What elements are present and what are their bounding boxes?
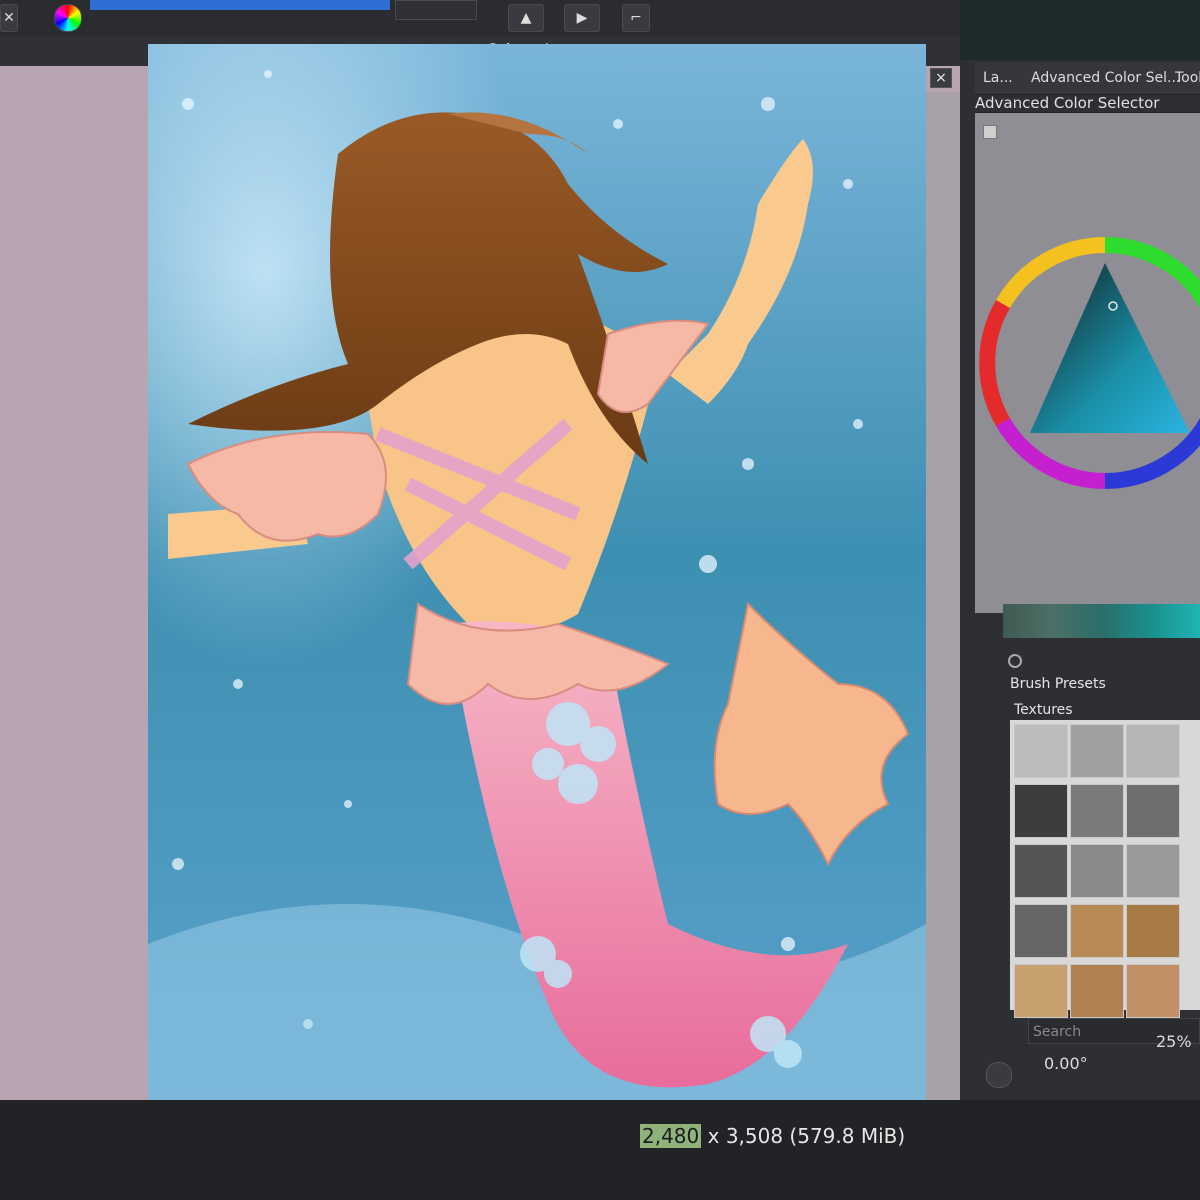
rotation-value[interactable]: 0.00°: [1044, 1054, 1088, 1073]
brush-preset-6[interactable]: [1126, 784, 1180, 838]
status-bar: [0, 1100, 1200, 1200]
canvas-artwork[interactable]: [148, 44, 926, 1174]
color-history-strip[interactable]: [1003, 604, 1200, 638]
active-field[interactable]: [90, 0, 390, 10]
brush-preset-9[interactable]: [1126, 844, 1180, 898]
dock-tabbar: La... Advanced Color Sel... Tool: [975, 62, 1200, 95]
brush-preset-1[interactable]: [1014, 724, 1068, 778]
tab-advanced-color-selector[interactable]: Advanced Color Sel...: [1031, 70, 1180, 86]
brush-preset-5[interactable]: [1070, 784, 1124, 838]
brush-preset-14[interactable]: [1070, 964, 1124, 1018]
brush-preset-11[interactable]: [1070, 904, 1124, 958]
dropdown-combo[interactable]: [395, 0, 477, 20]
brush-preset-2[interactable]: [1070, 724, 1124, 778]
brush-preset-8[interactable]: [1070, 844, 1124, 898]
rotation-reset-icon[interactable]: [986, 1062, 1012, 1088]
brush-presets-label: Brush Presets: [1010, 676, 1106, 692]
refresh-icon[interactable]: [1008, 654, 1022, 668]
mirror-horizontal-icon[interactable]: ▲: [508, 4, 544, 32]
tab-tool-options[interactable]: Tool: [1175, 70, 1200, 86]
brush-preset-3[interactable]: [1126, 724, 1180, 778]
textures-label[interactable]: Textures: [1014, 702, 1073, 718]
close-icon[interactable]: ✕: [0, 4, 18, 32]
mermaid-illustration: [148, 44, 926, 1174]
wrap-icon[interactable]: ⌐: [622, 4, 650, 32]
brush-preset-7[interactable]: [1014, 844, 1068, 898]
color-wheel-icon[interactable]: [54, 4, 82, 32]
brush-preset-grid: [1010, 720, 1200, 1018]
image-dimensions: 2,480 x 3,508 (579.8 MiB): [640, 1124, 905, 1148]
zoom-value[interactable]: 25%: [1156, 1032, 1192, 1051]
tab-layers[interactable]: La...: [983, 70, 1013, 86]
dimensions-highlight: 2,480: [640, 1124, 702, 1148]
close-document-icon[interactable]: ×: [930, 68, 952, 88]
brush-preset-13[interactable]: [1014, 964, 1068, 1018]
color-selector-panel: [975, 112, 1200, 613]
dimensions-rest: x 3,508 (579.8 MiB): [701, 1124, 906, 1148]
brush-preset-10[interactable]: [1014, 904, 1068, 958]
color-wheel[interactable]: [975, 113, 1200, 613]
window-edge: [960, 0, 1200, 60]
brush-preset-12[interactable]: [1126, 904, 1180, 958]
brush-preset-4[interactable]: [1014, 784, 1068, 838]
color-panel-title: Advanced Color Selector: [975, 94, 1160, 112]
mirror-vertical-icon[interactable]: ▶: [564, 4, 600, 32]
brush-preset-15[interactable]: [1126, 964, 1180, 1018]
